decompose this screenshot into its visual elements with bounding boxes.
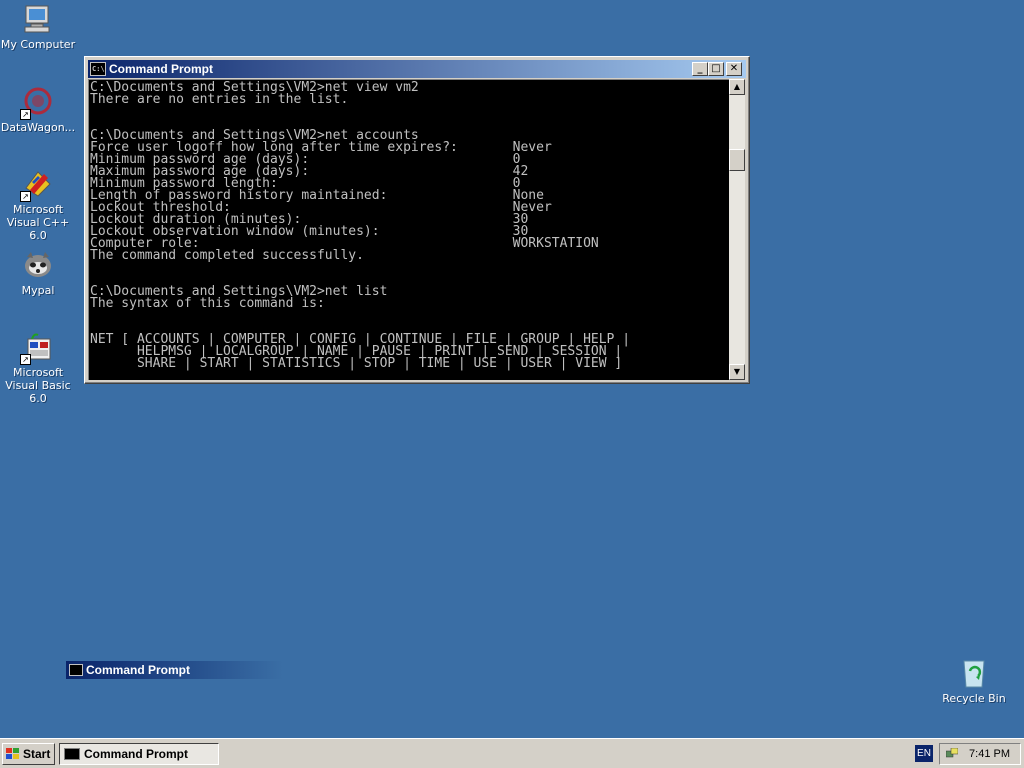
console-app-icon: C:\ <box>90 62 106 76</box>
desktop-icon-label: My Computer <box>0 38 76 51</box>
desktop-icon-label: Microsoft Visual Basic 6.0 <box>5 366 71 405</box>
visual-basic-icon: ↗ <box>20 331 54 365</box>
minimized-window-title: Command Prompt <box>86 663 191 677</box>
taskbar-button-label: Command Prompt <box>84 747 189 761</box>
shortcut-arrow-icon: ↗ <box>20 354 31 365</box>
command-prompt-window[interactable]: C:\ Command Prompt _ □ ✕ C:\Documents an… <box>84 56 750 384</box>
desktop-icon-visual-basic[interactable]: ↗ Microsoft Visual Basic 6.0 <box>0 331 78 405</box>
minimized-command-prompt[interactable]: Command Prompt <box>66 661 283 679</box>
taskbar: Start Command Prompt EN 7:41 PM <box>0 738 1024 768</box>
system-tray: 7:41 PM <box>939 743 1021 765</box>
window-titlebar[interactable]: C:\ Command Prompt _ □ ✕ <box>88 60 746 78</box>
datawagon-icon: ↗ <box>20 86 54 120</box>
windows-logo-icon <box>6 748 20 760</box>
network-icon[interactable] <box>946 748 958 760</box>
shortcut-arrow-icon: ↗ <box>20 191 31 202</box>
mypal-browser-icon <box>22 249 54 281</box>
clock[interactable]: 7:41 PM <box>969 744 1010 764</box>
console-app-icon <box>69 664 83 676</box>
desktop-icon-label: Microsoft Visual C++ 6.0 <box>6 203 70 242</box>
start-button[interactable]: Start <box>2 743 55 765</box>
console-app-icon <box>64 748 80 760</box>
window-title: Command Prompt <box>109 62 214 76</box>
maximize-button[interactable]: □ <box>708 62 724 76</box>
vertical-scrollbar[interactable]: ▲ ▼ <box>729 79 745 380</box>
desktop-icon-mypal[interactable]: Mypal <box>0 249 78 297</box>
desktop-icon-label: Mypal <box>21 284 55 297</box>
desktop-icon-my-computer[interactable]: My Computer <box>0 3 78 51</box>
minimize-button[interactable]: _ <box>692 62 708 76</box>
desktop-icon-label: Recycle Bin <box>942 692 1006 705</box>
visual-cpp-icon: ↗ <box>20 168 54 202</box>
scroll-up-button[interactable]: ▲ <box>729 79 745 95</box>
scroll-down-button[interactable]: ▼ <box>729 364 745 380</box>
recycle-bin-icon <box>958 657 990 689</box>
shortcut-arrow-icon: ↗ <box>20 109 31 120</box>
close-button[interactable]: ✕ <box>726 62 742 76</box>
taskbar-button-command-prompt[interactable]: Command Prompt <box>59 743 219 765</box>
language-indicator[interactable]: EN <box>915 745 933 762</box>
desktop-icon-recycle-bin[interactable]: Recycle Bin <box>934 657 1014 705</box>
desktop-icon-label: DataWagon... <box>0 121 76 134</box>
start-label: Start <box>23 747 51 761</box>
console-output[interactable]: C:\Documents and Settings\VM2>net view v… <box>88 79 729 380</box>
my-computer-icon <box>22 3 54 35</box>
desktop-icon-datawagon[interactable]: ↗ DataWagon... <box>0 86 78 134</box>
console-text: C:\Documents and Settings\VM2>net view v… <box>90 80 631 371</box>
scroll-thumb[interactable] <box>729 149 745 171</box>
desktop-icon-visual-cpp[interactable]: ↗ Microsoft Visual C++ 6.0 <box>0 168 78 242</box>
